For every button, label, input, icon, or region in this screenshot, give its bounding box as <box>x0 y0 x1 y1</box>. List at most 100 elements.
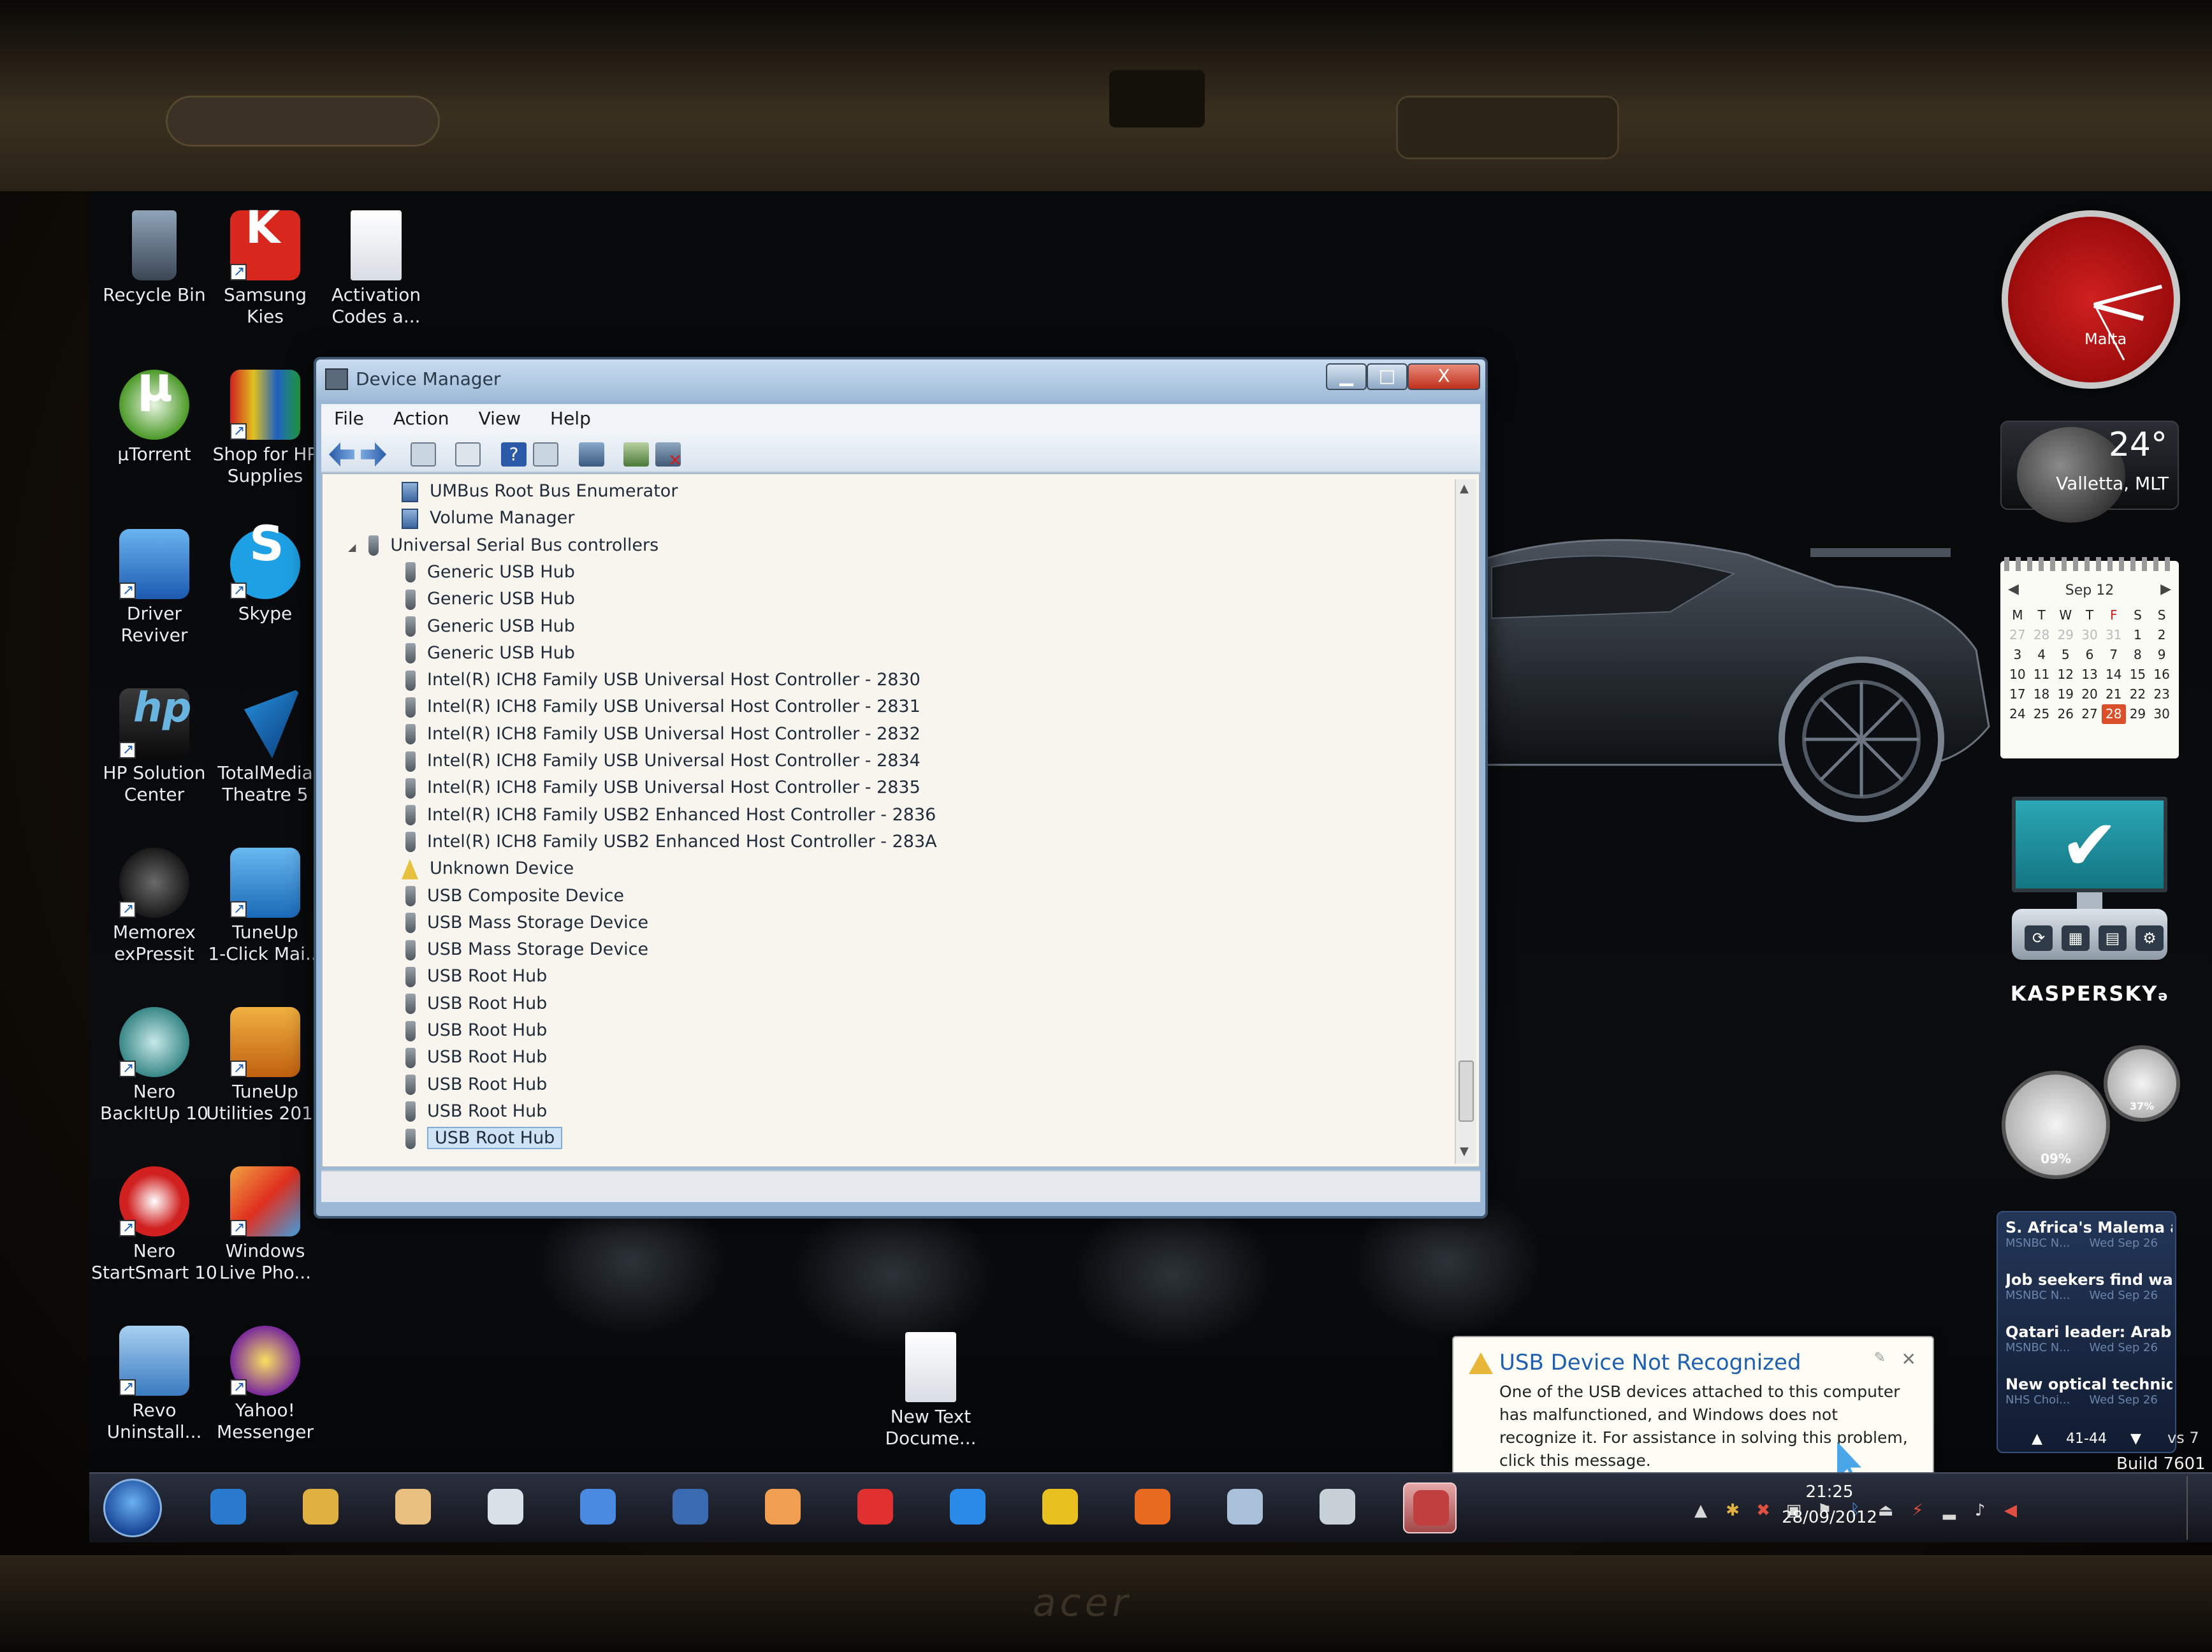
volume-icon[interactable]: ♪ <box>1971 1502 1989 1519</box>
back-icon[interactable] <box>329 442 354 467</box>
desktop-icon-utorrent[interactable]: µ µTorrent <box>91 360 218 465</box>
view-icon[interactable] <box>533 442 558 467</box>
windows-update-icon[interactable] <box>201 1482 255 1533</box>
usb-notification-balloon[interactable]: USB Device Not Recognized ✎ ✕ One of the… <box>1452 1336 1934 1505</box>
calendar-day[interactable]: 25 <box>2030 704 2054 724</box>
show-hide-tree-icon[interactable] <box>411 442 436 467</box>
maximize-button[interactable]: □ <box>1367 363 1408 390</box>
help-icon[interactable]: ? <box>501 442 527 467</box>
tree-device-row[interactable]: USB Root Hub <box>402 990 547 1017</box>
news-item[interactable]: Qatari leader: Arab n...MSNBC N...Wed Se… <box>2005 1323 2172 1354</box>
close-button[interactable]: X <box>1408 363 1480 390</box>
calendar-icon[interactable]: ▦ <box>2062 925 2090 951</box>
tree-device-row[interactable]: Volume Manager <box>402 505 574 532</box>
calculator-icon[interactable] <box>479 1482 532 1533</box>
outlook-icon[interactable] <box>386 1482 440 1533</box>
calendar-day[interactable]: 9 <box>2150 645 2174 665</box>
tree-device-row[interactable]: Unknown Device <box>402 855 574 882</box>
tree-device-row[interactable]: Intel(R) ICH8 Family USB2 Enhanced Host … <box>402 802 936 829</box>
file-explorer-icon[interactable] <box>294 1482 347 1533</box>
desktop-icon-shop-hp[interactable]: Shop for HP Supplies <box>201 370 329 487</box>
desktop-icon-yahoo-messenger[interactable]: Yahoo! Messenger <box>201 1326 329 1443</box>
update-driver-icon[interactable] <box>623 442 649 467</box>
tree-device-row[interactable]: USB Root Hub <box>402 1098 547 1125</box>
tree-device-row[interactable]: Intel(R) ICH8 Family USB2 Enhanced Host … <box>402 829 937 855</box>
calendar-day[interactable]: 5 <box>2053 645 2077 665</box>
calendar-day[interactable]: 19 <box>2053 685 2077 704</box>
device-manager-window[interactable]: Device Manager ▁ □ X File Action View Help … <box>314 357 1488 1219</box>
news-pager[interactable]: ▲ 41-44 ▼ <box>1998 1431 2175 1447</box>
tree-device-row[interactable]: USB Root Hub <box>402 1044 547 1071</box>
pin-icon[interactable]: ✎ <box>1874 1350 1886 1366</box>
tree-device-row[interactable]: USB Root Hub <box>402 1017 547 1044</box>
tree-device-row[interactable]: USB Root Hub <box>402 963 547 990</box>
tree-device-row[interactable]: Generic USB Hub <box>402 613 575 640</box>
tree-device-row[interactable]: Generic USB Hub <box>402 586 575 612</box>
scroll-down-arrow[interactable]: ▼ <box>1460 1145 1469 1158</box>
desktop-icon-tuneup-utilities[interactable]: TuneUp Utilities 2012 <box>201 1007 329 1124</box>
report-icon[interactable]: ▤ <box>2099 925 2127 951</box>
calendar-day[interactable]: 27 <box>2005 625 2030 645</box>
network-icon[interactable] <box>571 1482 625 1533</box>
vertical-scrollbar[interactable]: ▲ ▼ <box>1455 479 1476 1164</box>
show-desktop-button[interactable] <box>2187 1476 2202 1540</box>
news-item[interactable]: Job seekers find war...MSNBC N...Wed Sep… <box>2005 1271 2172 1302</box>
tree-device-row[interactable]: Intel(R) ICH8 Family USB Universal Host … <box>402 774 920 801</box>
menu-file[interactable]: File <box>334 404 364 433</box>
calendar-day[interactable]: 20 <box>2077 685 2102 704</box>
tree-device-row[interactable]: Intel(R) ICH8 Family USB Universal Host … <box>402 693 920 720</box>
title-bar[interactable]: Device Manager ▁ □ X <box>316 359 1485 400</box>
clock-gadget[interactable]: Malta <box>2002 210 2180 389</box>
calendar-day[interactable]: 16 <box>2150 665 2174 685</box>
update-icon[interactable]: ⟳ <box>2025 925 2053 951</box>
tree-device-row[interactable]: USB Root Hub <box>402 1125 563 1152</box>
desktop-icon-memorex[interactable]: Memorex exPressit <box>91 848 218 965</box>
calendar-day[interactable]: 2 <box>2150 625 2174 645</box>
chrome-icon[interactable] <box>1033 1482 1087 1533</box>
desktop-icon-skype[interactable]: S Skype <box>201 519 329 625</box>
device-tree[interactable]: UMBus Root Bus Enumerator Volume Manager ◢… <box>321 473 1480 1168</box>
scan-hardware-icon[interactable] <box>579 442 604 467</box>
calendar-day[interactable]: 17 <box>2005 685 2030 704</box>
tree-device-row[interactable]: UMBus Root Bus Enumerator <box>402 478 678 505</box>
calendar-day[interactable]: 15 <box>2126 665 2150 685</box>
uninstall-icon[interactable]: ✕ <box>655 442 682 470</box>
cpu-meter-gadget[interactable]: 09% 37% <box>1995 1045 2187 1185</box>
firefox-icon[interactable] <box>1126 1482 1179 1533</box>
desktop-icon-activation-codes[interactable]: Activation Codes a... <box>312 210 440 328</box>
tray-date[interactable]: 28/09/2012 <box>1766 1508 1893 1527</box>
tree-category-row[interactable]: ◢ Universal Serial Bus controllers <box>348 532 659 559</box>
balloon-close-icon[interactable]: ✕ <box>1902 1349 1916 1370</box>
calendar-day[interactable]: 26 <box>2053 704 2077 724</box>
tray-app-icon[interactable]: ✱ <box>1724 1502 1742 1519</box>
show-hidden-icons[interactable]: ▲ <box>1692 1502 1710 1519</box>
tree-device-row[interactable]: USB Mass Storage Device <box>402 936 648 963</box>
phone-icon[interactable] <box>1311 1482 1364 1533</box>
tree-device-row[interactable]: Generic USB Hub <box>402 559 575 586</box>
computer-icon[interactable] <box>1218 1482 1272 1533</box>
forward-icon[interactable] <box>361 442 386 467</box>
news-feed-gadget[interactable]: S. Africa's Malema a...MSNBC N...Wed Sep… <box>1997 1211 2176 1453</box>
calendar-day[interactable]: 11 <box>2030 665 2054 685</box>
media-player-icon[interactable] <box>756 1482 810 1533</box>
calendar-day[interactable]: 30 <box>2150 704 2174 724</box>
calendar-day[interactable]: 1 <box>2126 625 2150 645</box>
tree-device-row[interactable]: Generic USB Hub <box>402 640 575 667</box>
calendar-day[interactable]: 29 <box>2126 704 2150 724</box>
minimize-button[interactable]: ▁ <box>1326 363 1367 390</box>
desktop-icon-samsung-kies[interactable]: K Samsung Kies <box>201 205 329 328</box>
calendar-day[interactable]: 21 <box>2102 685 2126 704</box>
kaspersky-gadget[interactable]: ✔ ⟳ ▦ ▤ ⚙ KASPERSKYə <box>2000 790 2179 1020</box>
desktop-icon-revo[interactable]: Revo Uninstall... <box>91 1326 218 1443</box>
calendar-day[interactable]: 28 <box>2030 625 2054 645</box>
desktop-icon-tuneup-1click[interactable]: TuneUp 1-Click Mai... <box>201 848 329 965</box>
desktop-icon-nero-startsmart[interactable]: Nero StartSmart 10 <box>91 1166 218 1284</box>
calendar-day[interactable]: 27 <box>2077 704 2102 724</box>
news-prev-icon[interactable]: ▲ <box>2032 1431 2042 1447</box>
news-next-icon[interactable]: ▼ <box>2130 1431 2141 1447</box>
calendar-day[interactable]: 6 <box>2077 645 2102 665</box>
properties-icon[interactable] <box>455 442 481 467</box>
menu-action[interactable]: Action <box>393 404 449 433</box>
desktop-icon-hp-solution-center[interactable]: hp HP Solution Center <box>91 688 218 806</box>
scroll-up-arrow[interactable]: ▲ <box>1460 482 1469 495</box>
